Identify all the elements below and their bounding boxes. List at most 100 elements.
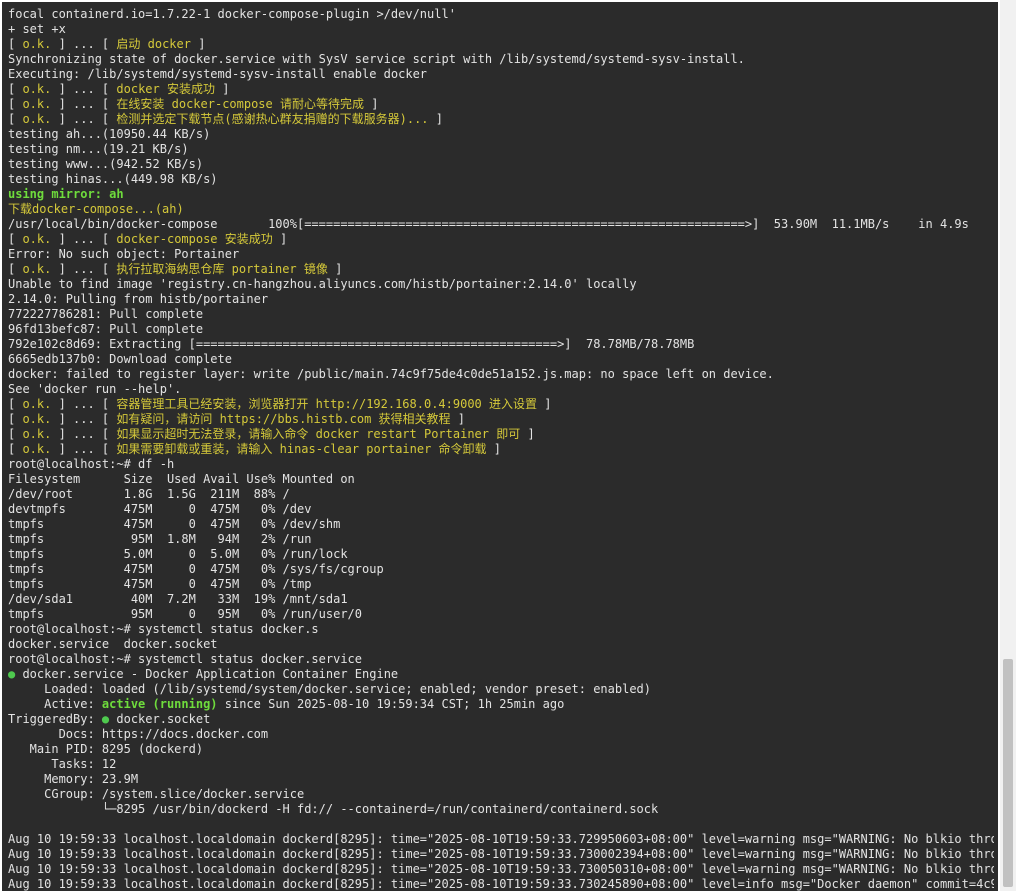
- terminal-line: [ o.k. ] ... [ 如果显示超时无法登录，请输入命令 docker r…: [8, 427, 994, 442]
- terminal-line: Docs: https://docs.docker.com: [8, 727, 994, 742]
- terminal-text-segment: o.k.: [22, 427, 52, 441]
- terminal-text-segment: 容器管理工具已经安装，浏览器打开 http://192.168.0.4:9000…: [116, 397, 538, 411]
- terminal-text-segment: o.k.: [22, 232, 52, 246]
- terminal-line: root@localhost:~# systemctl status docke…: [8, 652, 994, 667]
- terminal-line: + set +x: [8, 22, 994, 37]
- terminal-text-segment: ]: [214, 82, 230, 96]
- terminal-line: focal containerd.io=1.7.22-1 docker-comp…: [8, 7, 994, 22]
- terminal-line: tmpfs 95M 0 95M 0% /run/user/0: [8, 607, 994, 622]
- terminal-text-segment: 6665edb137b0: Download complete: [8, 352, 232, 366]
- terminal-text-segment: active (running): [101, 697, 218, 711]
- vertical-scrollbar[interactable]: [1000, 0, 1016, 891]
- terminal-text-segment: Error: No such object: Portainer: [8, 247, 240, 261]
- terminal-line: [ o.k. ] ... [ 检测并选定下载节点(感谢热心群友捐赠的下载服务器)…: [8, 112, 994, 127]
- terminal-text-segment: o.k.: [22, 97, 52, 111]
- terminal-text-segment: Main PID: 8295 (dockerd): [8, 742, 204, 756]
- terminal-text-segment: o.k.: [22, 397, 52, 411]
- terminal-line: tmpfs 475M 0 475M 0% /tmp: [8, 577, 994, 592]
- terminal-text-segment: tmpfs 5.0M 0 5.0M 0% /run/lock: [8, 547, 348, 561]
- terminal-text-segment: tmpfs 475M 0 475M 0% /tmp: [8, 577, 312, 591]
- terminal-text-segment: [: [8, 427, 23, 441]
- terminal-text-segment: ] ... [: [51, 397, 117, 411]
- terminal-line: /usr/local/bin/docker-compose 100%[=====…: [8, 217, 994, 232]
- terminal-text-segment: ]: [327, 262, 343, 276]
- terminal-text-segment: 在线安装 docker-compose 请耐心等待完成: [116, 97, 364, 111]
- terminal-line: Active: active (running) since Sun 2025-…: [8, 697, 994, 712]
- terminal-text-segment: o.k.: [22, 82, 52, 96]
- terminal-line: tmpfs 475M 0 475M 0% /dev/shm: [8, 517, 994, 532]
- terminal-text-segment: ]: [190, 37, 206, 51]
- terminal-line: Executing: /lib/systemd/systemd-sysv-ins…: [8, 67, 994, 82]
- terminal-text-segment: o.k.: [22, 112, 52, 126]
- terminal-line: docker.service docker.socket: [8, 637, 994, 652]
- terminal-text-segment: ] ... [: [51, 232, 117, 246]
- terminal-text-segment: tmpfs 95M 1.8M 94M 2% /run: [8, 532, 312, 546]
- terminal-text-segment: Aug 10 19:59:33 localhost.localdomain do…: [8, 847, 994, 861]
- terminal-line: testing ah...(10950.44 KB/s): [8, 127, 994, 142]
- terminal-text-segment: Tasks: 12: [8, 757, 117, 771]
- terminal-text-segment: focal containerd.io=1.7.22-1 docker-comp…: [8, 7, 456, 21]
- terminal-text-segment: 启动 docker: [116, 37, 191, 51]
- terminal-text-segment: ] ... [: [51, 427, 117, 441]
- scrollbar-thumb[interactable]: [1003, 659, 1013, 887]
- terminal-text-segment: ] ... [: [51, 112, 117, 126]
- terminal-line: /dev/root 1.8G 1.5G 211M 88% /: [8, 487, 994, 502]
- terminal-text-segment: docker-compose 安装成功: [116, 232, 273, 246]
- terminal-text-segment: 检测并选定下载节点(感谢热心群友捐赠的下载服务器)...: [116, 112, 429, 126]
- terminal-text-segment: [: [8, 262, 23, 276]
- terminal-text-segment: [: [8, 412, 23, 426]
- terminal-text-segment: ] ... [: [51, 82, 117, 96]
- terminal-text-segment: ]: [428, 112, 443, 126]
- terminal-line: 下载docker-compose...(ah): [8, 202, 994, 217]
- terminal-text-segment: TriggeredBy:: [8, 712, 102, 726]
- terminal-line: CGroup: /system.slice/docker.service: [8, 787, 994, 802]
- terminal-line: [ o.k. ] ... [ docker-compose 安装成功 ]: [8, 232, 994, 247]
- terminal-text-segment: tmpfs 475M 0 475M 0% /dev/shm: [8, 517, 341, 531]
- terminal-line: └─8295 /usr/bin/dockerd -H fd:// --conta…: [8, 802, 994, 817]
- terminal-text-segment: [: [8, 112, 23, 126]
- terminal-text-segment: [: [8, 37, 23, 51]
- terminal-text-segment: o.k.: [22, 37, 52, 51]
- terminal-text-segment: 如果显示超时无法登录，请输入命令 docker restart Portaine…: [116, 427, 521, 441]
- terminal-text-segment: tmpfs 475M 0 475M 0% /sys/fs/cgroup: [8, 562, 384, 576]
- terminal-text-segment: └─8295 /usr/bin/dockerd -H fd:// --conta…: [8, 802, 659, 816]
- terminal-text-segment: root@localhost:~# systemctl status docke…: [8, 652, 363, 666]
- terminal-text-segment: CGroup: /system.slice/docker.service: [8, 787, 305, 801]
- terminal-line: tmpfs 95M 1.8M 94M 2% /run: [8, 532, 994, 547]
- terminal-text-segment: since Sun 2025-08-10 19:59:34 CST; 1h 25…: [217, 697, 565, 711]
- terminal-text-segment: 96fd13befc87: Pull complete: [8, 322, 204, 336]
- terminal-line: Aug 10 19:59:33 localhost.localdomain do…: [8, 832, 994, 847]
- terminal-text-segment: + set +x: [8, 22, 66, 36]
- terminal-text-segment: docker 安装成功: [116, 82, 215, 96]
- terminal-text-segment: ]: [364, 97, 379, 111]
- terminal-text-segment: Loaded: loaded (/lib/systemd/system/dock…: [8, 682, 651, 696]
- terminal-output: focal containerd.io=1.7.22-1 docker-comp…: [8, 7, 994, 891]
- terminal-window[interactable]: focal containerd.io=1.7.22-1 docker-comp…: [2, 2, 998, 891]
- terminal-text-segment: ] ... [: [51, 442, 117, 456]
- terminal-line: docker: failed to register layer: write …: [8, 367, 994, 382]
- terminal-text-segment: ] ... [: [51, 37, 117, 51]
- terminal-text-segment: Docs: https://docs.docker.com: [8, 727, 269, 741]
- terminal-line: Tasks: 12: [8, 757, 994, 772]
- terminal-text-segment: testing www...(942.52 KB/s): [8, 157, 204, 171]
- terminal-text-segment: 下载docker-compose...(ah): [8, 202, 184, 216]
- terminal-line: 792e102c8d69: Extracting [==============…: [8, 337, 994, 352]
- terminal-text-segment: ]: [486, 442, 502, 456]
- terminal-text-segment: using mirror: ah: [8, 187, 124, 201]
- terminal-text-segment: ]: [520, 427, 535, 441]
- terminal-line: Aug 10 19:59:33 localhost.localdomain do…: [8, 847, 994, 862]
- terminal-line: ● docker.service - Docker Application Co…: [8, 667, 994, 682]
- terminal-text-segment: ]: [272, 232, 288, 246]
- terminal-line: Aug 10 19:59:33 localhost.localdomain do…: [8, 862, 994, 877]
- terminal-text-segment: testing hinas...(449.98 KB/s): [8, 172, 218, 186]
- terminal-line: Filesystem Size Used Avail Use% Mounted …: [8, 472, 994, 487]
- terminal-text-segment: Executing: /lib/systemd/systemd-sysv-ins…: [8, 67, 428, 81]
- terminal-text-segment: [: [8, 82, 23, 96]
- terminal-line: [ o.k. ] ... [ 如有疑问，请访问 https://bbs.hist…: [8, 412, 994, 427]
- terminal-text-segment: ] ... [: [51, 412, 117, 426]
- terminal-line: 6665edb137b0: Download complete: [8, 352, 994, 367]
- terminal-line: 96fd13befc87: Pull complete: [8, 322, 994, 337]
- terminal-text-segment: 772227786281: Pull complete: [8, 307, 204, 321]
- terminal-line: 2.14.0: Pulling from histb/portainer: [8, 292, 994, 307]
